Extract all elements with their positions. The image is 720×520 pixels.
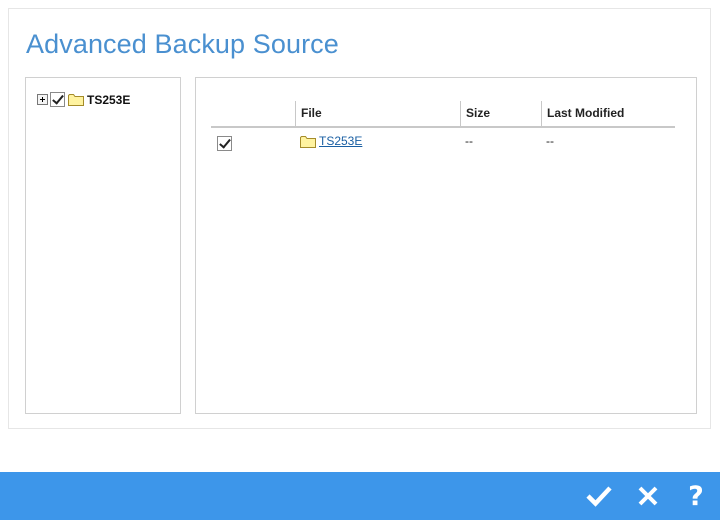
last-modified-cell: -- <box>546 134 554 148</box>
help-button[interactable]: ? <box>680 480 712 512</box>
size-cell: -- <box>465 134 473 148</box>
column-header-size[interactable]: Size <box>460 101 541 126</box>
cancel-button[interactable] <box>632 480 664 512</box>
folder-icon <box>300 135 316 148</box>
tree-node-label[interactable]: TS253E <box>87 93 130 107</box>
file-list-pane: File Size Last Modified TS253E -- -- <box>195 77 697 414</box>
folder-icon <box>68 94 84 106</box>
footer-bar: ? <box>0 472 720 520</box>
expand-plus-icon[interactable] <box>37 94 48 105</box>
table-row[interactable]: TS253E -- -- <box>211 128 675 156</box>
file-cell: TS253E <box>300 134 362 148</box>
dialog-title: Advanced Backup Source <box>26 29 339 59</box>
column-header-last-modified[interactable]: Last Modified <box>541 101 675 126</box>
tree-node-root[interactable]: TS253E <box>37 92 130 107</box>
help-icon: ? <box>688 480 704 512</box>
close-x-icon <box>638 486 658 506</box>
file-link[interactable]: TS253E <box>319 134 362 148</box>
file-table: File Size Last Modified TS253E -- -- <box>211 101 675 156</box>
advanced-backup-source-dialog: Advanced Backup Source TS253E File Size … <box>8 8 711 429</box>
column-header-file[interactable]: File <box>295 101 460 126</box>
confirm-button[interactable] <box>583 480 615 512</box>
folder-tree-pane: TS253E <box>25 77 181 414</box>
table-header: File Size Last Modified <box>211 101 675 128</box>
checkmark-icon <box>586 486 612 507</box>
tree-node-checkbox[interactable] <box>50 92 65 107</box>
row-checkbox[interactable] <box>217 136 232 151</box>
